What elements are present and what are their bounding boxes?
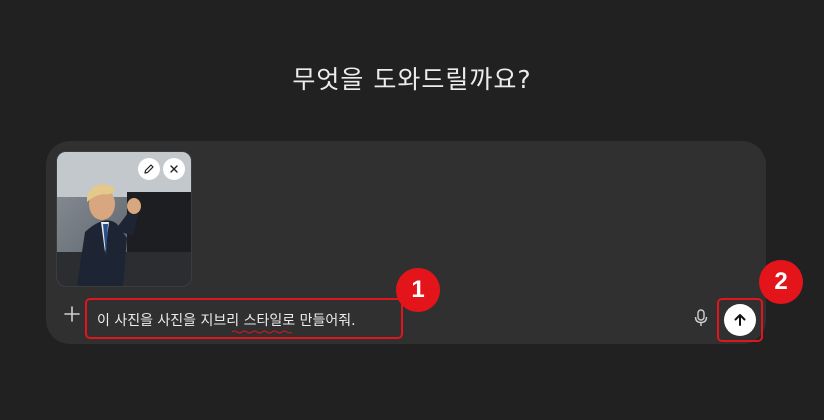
voice-input-button[interactable] xyxy=(694,309,708,331)
attached-image[interactable] xyxy=(56,151,192,287)
edit-image-button[interactable] xyxy=(138,158,160,180)
microphone-icon xyxy=(694,309,708,326)
close-icon xyxy=(170,165,178,173)
prompt-input[interactable]: 이 사진을 사진을 지브리 스타일로 만들어줘. xyxy=(97,310,356,330)
chat-page: 무엇을 도와드릴까요? 이 사진을 사진을 지브리 스타일로 만들어줘. 1 2 xyxy=(0,0,824,420)
send-button[interactable] xyxy=(724,304,756,336)
annotation-marker-1: 1 xyxy=(396,268,440,312)
message-composer: 이 사진을 사진을 지브리 스타일로 만들어줘. xyxy=(46,141,766,344)
spellcheck-underline xyxy=(232,330,292,334)
page-heading: 무엇을 도와드릴까요? xyxy=(292,65,532,94)
pencil-icon xyxy=(144,164,154,174)
remove-image-button[interactable] xyxy=(163,158,185,180)
add-attachment-button[interactable] xyxy=(63,305,81,323)
prompt-input-highlight[interactable]: 이 사진을 사진을 지브리 스타일로 만들어줘. xyxy=(85,298,403,339)
send-button-highlight xyxy=(717,298,763,342)
plus-icon xyxy=(64,306,80,322)
annotation-marker-2: 2 xyxy=(759,260,803,304)
arrow-up-icon xyxy=(734,314,746,326)
